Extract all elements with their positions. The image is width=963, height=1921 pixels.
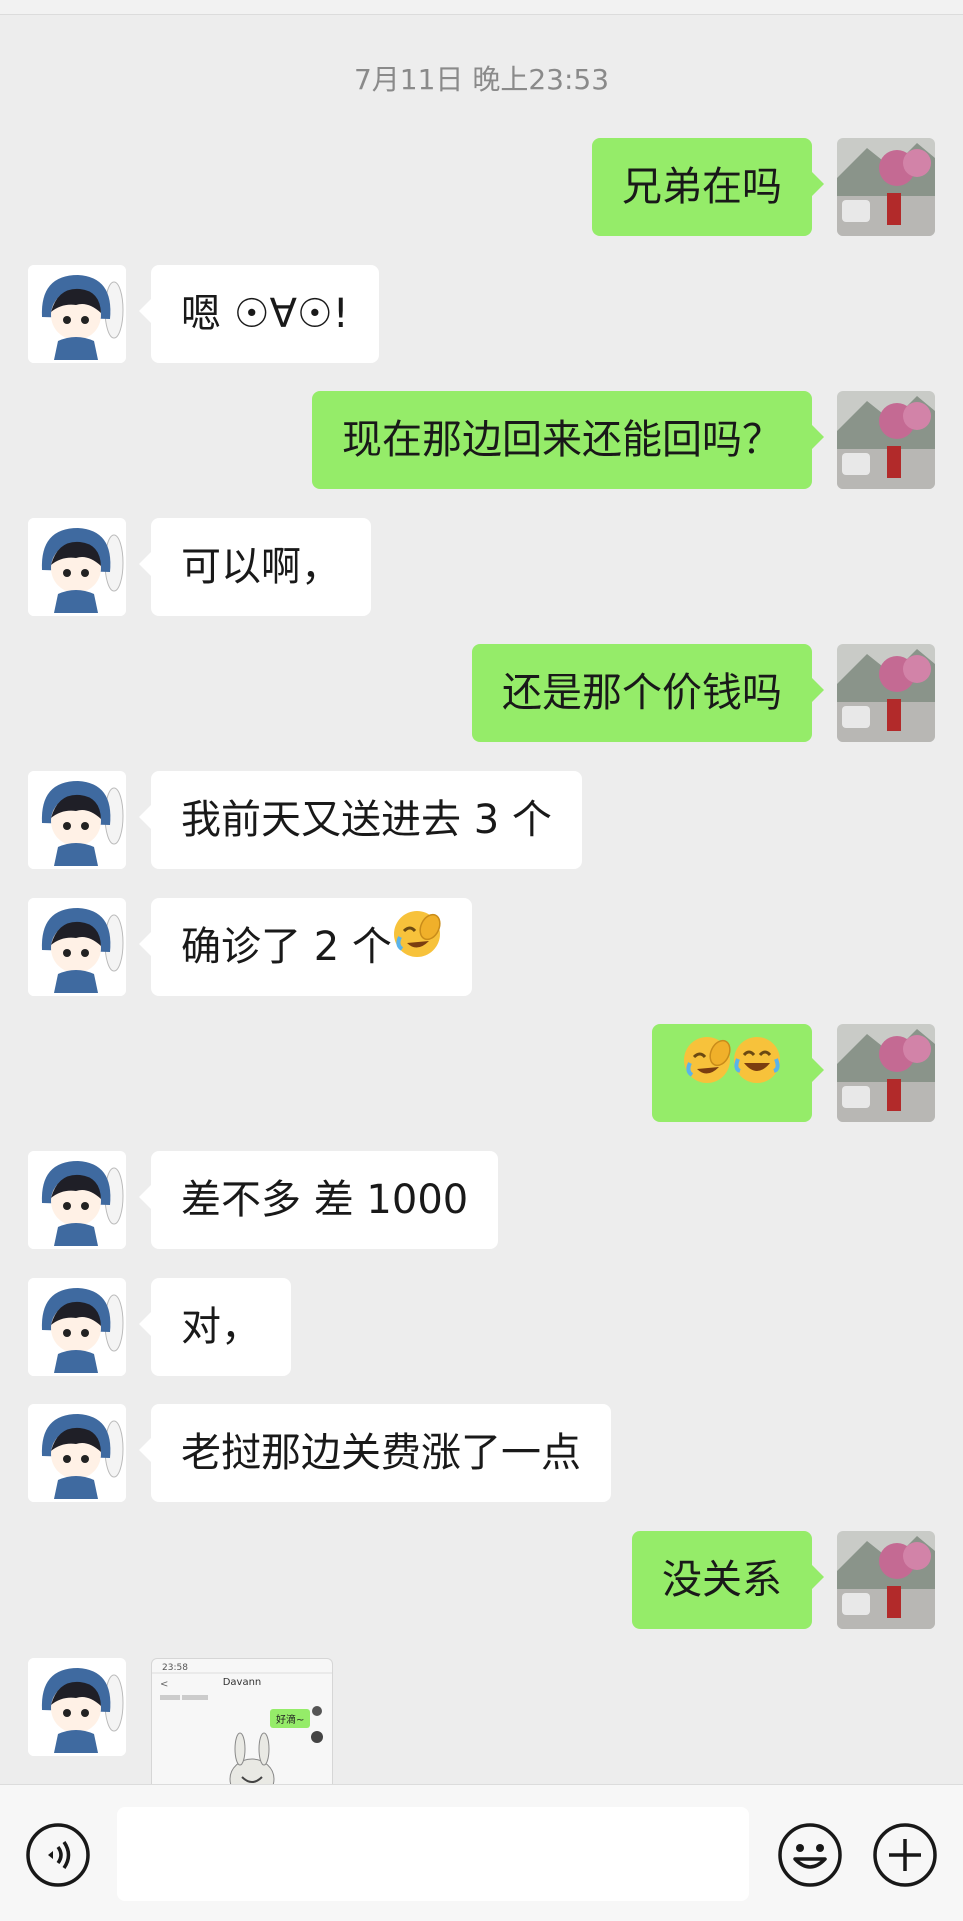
sent-message-bubble[interactable] <box>652 1023 824 1122</box>
message-row: 对， <box>0 1278 963 1376</box>
my-avatar[interactable] <box>837 391 935 489</box>
message-row: 我前天又送进去 3 个 <box>0 771 963 869</box>
contact-avatar[interactable] <box>28 1278 126 1376</box>
chat-input-bar <box>0 1784 963 1921</box>
sent-message-bubble[interactable]: 没关系 <box>632 1531 824 1629</box>
contact-avatar[interactable] <box>28 265 126 363</box>
message-row: 现在那边回来还能回吗？ <box>0 391 963 489</box>
contact-avatar[interactable] <box>28 1658 126 1756</box>
emoji-icon[interactable] <box>776 1821 844 1889</box>
received-message-bubble[interactable]: 可以啊， <box>139 518 371 616</box>
voice-icon[interactable] <box>24 1821 92 1889</box>
contact-avatar[interactable] <box>28 518 126 616</box>
message-row: 没关系 <box>0 1531 963 1629</box>
chat-timestamp: 7月11日 晚上23:53 <box>353 63 610 96</box>
svg-text:<: < <box>160 1679 168 1690</box>
received-message-bubble[interactable]: 我前天又送进去 3 个 <box>139 771 582 869</box>
received-message-bubble[interactable]: 嗯 ☉∀☉! <box>139 265 379 363</box>
plus-icon[interactable] <box>871 1821 939 1889</box>
message-row: 差不多 差 1000 <box>0 1151 963 1249</box>
facepalm-laugh-emoji-icon <box>682 1023 732 1121</box>
received-message-bubble[interactable]: 确诊了 2 个 <box>139 897 472 996</box>
my-avatar[interactable] <box>837 1024 935 1122</box>
contact-avatar[interactable] <box>28 771 126 869</box>
contact-avatar[interactable] <box>28 898 126 996</box>
received-message-bubble[interactable]: 对， <box>139 1278 291 1376</box>
message-row: 可以啊， <box>0 518 963 616</box>
sent-message-bubble[interactable]: 兄弟在吗 <box>592 138 824 236</box>
contact-avatar[interactable] <box>28 1151 126 1249</box>
message-row: 兄弟在吗 <box>0 138 963 236</box>
tears-of-joy-emoji-icon <box>732 1023 782 1121</box>
message-row: 还是那个价钱吗 <box>0 644 963 742</box>
my-avatar[interactable] <box>837 1531 935 1629</box>
message-row: 确诊了 2 个 <box>0 898 963 996</box>
facepalm-laugh-emoji-icon <box>392 897 442 995</box>
message-list[interactable]: 7月11日 晚上23:53 兄弟在吗 嗯 ☉∀☉! 现在那边回来还能回吗？ 可以… <box>0 0 963 1784</box>
received-message-bubble[interactable]: 差不多 差 1000 <box>138 1151 499 1249</box>
message-row: 老挝那边关费涨了一点 <box>0 1404 963 1502</box>
sent-message-bubble[interactable]: 还是那个价钱吗 <box>472 644 824 742</box>
contact-avatar[interactable] <box>28 1404 126 1502</box>
message-input[interactable] <box>117 1807 749 1901</box>
message-text: 确诊了 2 个 <box>181 924 392 970</box>
my-avatar[interactable] <box>837 138 935 236</box>
received-message-bubble[interactable]: 老挝那边关费涨了一点 <box>139 1404 611 1502</box>
thumbnail-sticker-icon: < <box>152 1672 332 1784</box>
message-row: 嗯 ☉∀☉! <box>0 265 963 363</box>
image-message-thumbnail[interactable]: 23:58 Davann 好滴~ < <box>151 1658 333 1784</box>
my-avatar[interactable] <box>837 644 935 742</box>
message-row: 23:58 Davann 好滴~ < <box>0 1658 963 1784</box>
sent-message-bubble[interactable]: 现在那边回来还能回吗？ <box>312 391 824 489</box>
message-row <box>0 1024 963 1122</box>
